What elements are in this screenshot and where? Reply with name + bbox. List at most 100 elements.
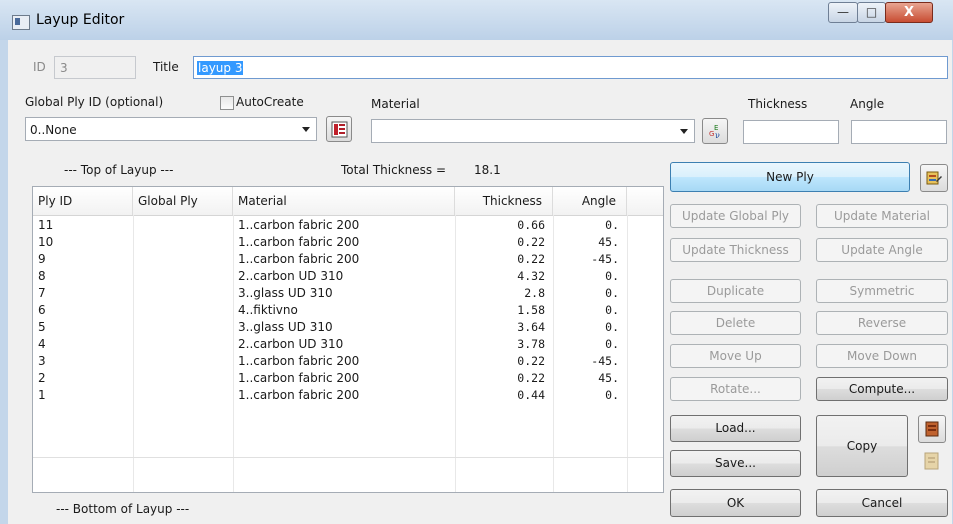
cell-thickness: 0.22 xyxy=(517,354,545,368)
delete-button[interactable]: Delete xyxy=(670,311,801,335)
cell-material: 1..carbon fabric 200 xyxy=(238,252,360,266)
ok-button[interactable]: OK xyxy=(670,489,801,517)
compute-button[interactable]: Compute... xyxy=(816,377,948,401)
bottom-of-layup-label: --- Bottom of Layup --- xyxy=(56,502,190,516)
cell-material: 2..carbon UD 310 xyxy=(238,337,344,351)
update-angle-button[interactable]: Update Angle xyxy=(816,238,948,262)
rotate-button[interactable]: Rotate... xyxy=(670,377,801,401)
save-button[interactable]: Save... xyxy=(670,450,801,477)
table-row[interactable]: 6 4..fiktivno 1.58 0. xyxy=(33,302,663,318)
duplicate-button[interactable]: Duplicate xyxy=(670,279,801,303)
cell-angle: 45. xyxy=(598,235,619,249)
column-header-global-ply[interactable]: Global Ply xyxy=(133,187,233,215)
reverse-button[interactable]: Reverse xyxy=(816,311,948,335)
material-browse-button[interactable]: E G ν xyxy=(702,118,728,144)
cell-thickness: 0.66 xyxy=(517,218,545,232)
cell-thickness: 0.22 xyxy=(517,235,545,249)
column-header-angle[interactable]: Angle xyxy=(553,187,627,215)
table-row[interactable]: 4 2..carbon UD 310 3.78 0. xyxy=(33,336,663,352)
title-value: layup 3 xyxy=(197,61,244,75)
svg-text:ν: ν xyxy=(715,131,720,140)
angle-label: Angle xyxy=(850,97,885,111)
window-title: Layup Editor xyxy=(36,12,125,28)
move-up-button[interactable]: Move Up xyxy=(670,344,801,368)
update-material-button[interactable]: Update Material xyxy=(816,204,948,228)
thickness-label: Thickness xyxy=(748,97,808,111)
cell-material: 4..fiktivno xyxy=(238,303,298,317)
thickness-input[interactable] xyxy=(743,120,839,144)
column-header-material[interactable]: Material xyxy=(233,187,455,215)
title-label: Title xyxy=(153,60,179,74)
cell-thickness: 2.8 xyxy=(524,286,545,300)
cell-thickness: 3.78 xyxy=(517,337,545,351)
copy-layup-icon xyxy=(925,421,939,437)
table-row[interactable]: 5 3..glass UD 310 3.64 0. xyxy=(33,319,663,335)
cell-material: 1..carbon fabric 200 xyxy=(238,388,360,402)
material-properties-icon: E G ν xyxy=(709,124,720,140)
autocreate-label: AutoCreate xyxy=(236,95,304,109)
layup-edit-button[interactable] xyxy=(920,164,948,192)
table-row[interactable]: 11 1..carbon fabric 200 0.66 0. xyxy=(33,217,663,233)
minimize-button[interactable]: — xyxy=(828,2,858,23)
column-header-spacer xyxy=(627,187,663,215)
global-ply-browse-button[interactable] xyxy=(326,116,352,142)
new-ply-button[interactable]: New Ply xyxy=(670,162,910,192)
move-down-button[interactable]: Move Down xyxy=(816,344,948,368)
table-row[interactable]: 9 1..carbon fabric 200 0.22 -45. xyxy=(33,251,663,267)
cell-thickness: 3.64 xyxy=(517,320,545,334)
cell-thickness: 0.44 xyxy=(517,388,545,402)
update-thickness-button[interactable]: Update Thickness xyxy=(670,238,801,262)
copy-layup-button[interactable] xyxy=(918,415,946,443)
cell-material: 1..carbon fabric 200 xyxy=(238,354,360,368)
angle-input[interactable] xyxy=(851,120,947,144)
column-header-thickness[interactable]: Thickness xyxy=(455,187,553,215)
cell-ply-id: 6 xyxy=(38,303,46,317)
close-button[interactable]: X xyxy=(885,2,933,23)
material-label: Material xyxy=(371,97,420,111)
column-header-ply-id[interactable]: Ply ID xyxy=(33,187,133,215)
cancel-button[interactable]: Cancel xyxy=(816,489,948,517)
cell-angle: 0. xyxy=(605,337,619,351)
update-global-ply-button[interactable]: Update Global Ply xyxy=(670,204,801,228)
cell-ply-id: 5 xyxy=(38,320,46,334)
autocreate-checkbox[interactable] xyxy=(220,96,234,110)
paste-layup-button[interactable] xyxy=(921,450,945,474)
title-bar[interactable]: Layup Editor — □ X xyxy=(0,0,953,40)
cell-ply-id: 2 xyxy=(38,371,46,385)
cell-angle: 0. xyxy=(605,303,619,317)
load-button[interactable]: Load... xyxy=(670,415,801,442)
table-row[interactable]: 1 1..carbon fabric 200 0.44 0. xyxy=(33,387,663,403)
copy-button[interactable]: Copy xyxy=(816,415,908,477)
symmetric-button[interactable]: Symmetric xyxy=(816,279,948,303)
table-row[interactable]: 2 1..carbon fabric 200 0.22 45. xyxy=(33,370,663,386)
maximize-icon: □ xyxy=(865,5,878,19)
title-input[interactable]: layup 3 xyxy=(193,56,948,79)
chevron-down-icon xyxy=(680,129,688,134)
table-row[interactable]: 10 1..carbon fabric 200 0.22 45. xyxy=(33,234,663,250)
row-separator xyxy=(33,457,663,458)
cell-thickness: 4.32 xyxy=(517,269,545,283)
material-select[interactable] xyxy=(371,119,695,143)
global-ply-select[interactable]: 0..None xyxy=(25,117,317,141)
total-thickness-value: 18.1 xyxy=(474,163,501,177)
table-row[interactable]: 3 1..carbon fabric 200 0.22 -45. xyxy=(33,353,663,369)
cell-angle: 0. xyxy=(605,320,619,334)
dialog-body: ID 3 Title layup 3 Global Ply ID (option… xyxy=(8,40,952,524)
cell-material: 3..glass UD 310 xyxy=(238,286,333,300)
cell-angle: 45. xyxy=(598,371,619,385)
cell-angle: -45. xyxy=(591,252,619,266)
cell-ply-id: 4 xyxy=(38,337,46,351)
cell-material: 1..carbon fabric 200 xyxy=(238,371,360,385)
table-row[interactable]: 7 3..glass UD 310 2.8 0. xyxy=(33,285,663,301)
chevron-down-icon xyxy=(302,127,310,132)
plies-table[interactable]: Ply ID Global Ply Material Thickness Ang… xyxy=(32,186,664,493)
cell-material: 1..carbon fabric 200 xyxy=(238,235,360,249)
cell-angle: 0. xyxy=(605,269,619,283)
cell-thickness: 0.22 xyxy=(517,252,545,266)
maximize-button[interactable]: □ xyxy=(857,2,886,23)
table-header: Ply ID Global Ply Material Thickness Ang… xyxy=(33,187,663,216)
table-row[interactable]: 8 2..carbon UD 310 4.32 0. xyxy=(33,268,663,284)
global-ply-label: Global Ply ID (optional) xyxy=(25,95,164,109)
cell-angle: 0. xyxy=(605,388,619,402)
layup-editor-window: Layup Editor — □ X ID 3 Title layup 3 Gl… xyxy=(0,0,953,524)
